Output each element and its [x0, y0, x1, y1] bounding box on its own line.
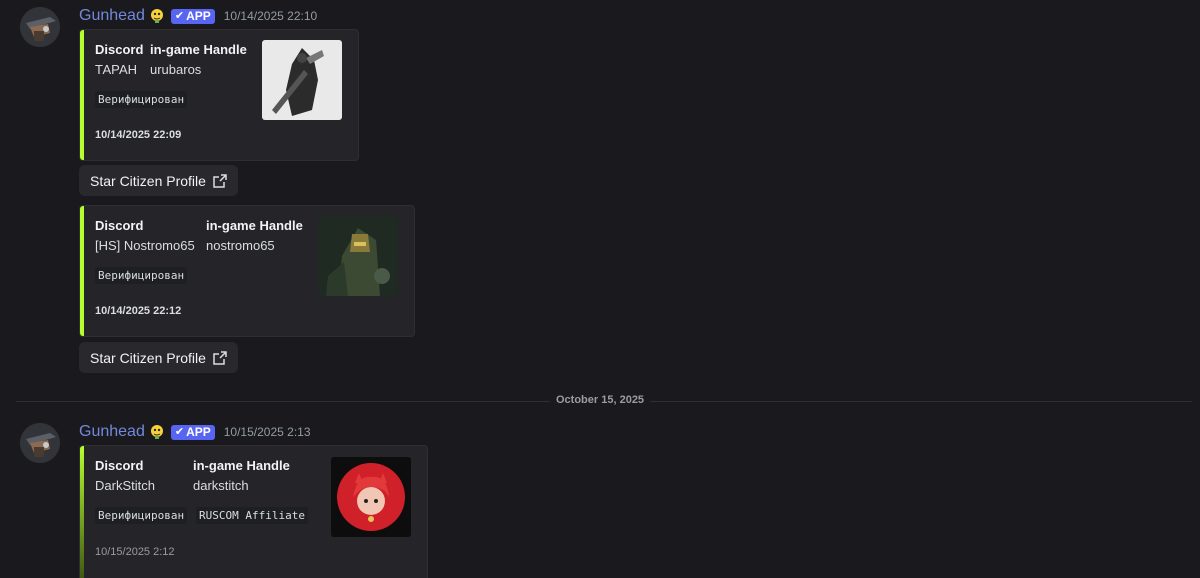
verified-tag: Верифицирован	[95, 507, 188, 524]
field-name-discord: Discord	[95, 42, 144, 57]
star-citizen-profile-button[interactable]: Star Citizen Profile	[79, 342, 238, 373]
message-timestamp[interactable]: 10/15/2025 2:13	[224, 425, 311, 439]
field-name-handle: in-game Handle	[150, 42, 247, 57]
embed-accent-bar	[80, 446, 84, 578]
bot-badge-emoji-icon	[150, 425, 163, 439]
message-header: Gunhead ✔ APP 10/15/2025 2:13	[79, 422, 311, 442]
button-label: Star Citizen Profile	[90, 349, 206, 366]
embed-footer-timestamp: 10/15/2025 2:12	[95, 546, 175, 558]
embed-thumbnail[interactable]	[262, 40, 342, 120]
field-value-discord: [HS] Nostromo65	[95, 238, 195, 253]
verified-tag: Верифицирован	[95, 91, 188, 108]
field-name-handle: in-game Handle	[206, 218, 303, 233]
app-tag: ✔ APP	[170, 8, 215, 24]
embed-thumbnail[interactable]	[331, 457, 411, 537]
profile-embed: Discord in-game Handle DarkStitch darkst…	[79, 445, 428, 578]
author-name[interactable]: Gunhead	[79, 7, 145, 25]
field-value-handle: urubaros	[150, 62, 202, 77]
affiliate-tag: RUSCOM Affiliate	[196, 507, 308, 524]
app-tag: ✔ APP	[170, 424, 215, 440]
button-label: Star Citizen Profile	[90, 172, 206, 189]
author-avatar[interactable]	[20, 423, 60, 463]
field-value-handle: darkstitch	[193, 478, 249, 493]
external-link-icon	[213, 173, 227, 188]
embed-footer-timestamp: 10/14/2025 22:09	[95, 129, 182, 141]
check-icon: ✔	[174, 425, 185, 438]
date-divider-label: October 15, 2025	[550, 394, 651, 406]
field-value-discord: DarkStitch	[95, 478, 155, 493]
field-value-discord: ТАРАН	[95, 62, 138, 77]
profile-embed: Discord in-game Handle ТАРАН urubaros Ве…	[79, 29, 359, 161]
bot-badge-emoji-icon	[150, 9, 163, 23]
profile-embed: Discord in-game Handle [HS] Nostromo65 n…	[79, 205, 415, 337]
message-timestamp[interactable]: 10/14/2025 22:10	[224, 9, 317, 23]
author-name[interactable]: Gunhead	[79, 423, 145, 441]
author-avatar[interactable]	[20, 7, 60, 47]
embed-footer-timestamp: 10/14/2025 22:12	[95, 305, 182, 317]
embed-accent-bar	[80, 206, 84, 336]
field-name-discord: Discord	[95, 458, 144, 473]
check-icon: ✔	[174, 9, 185, 22]
field-value-handle: nostromo65	[206, 238, 275, 253]
embed-accent-bar	[80, 30, 84, 160]
external-link-icon	[213, 350, 227, 365]
field-name-handle: in-game Handle	[193, 458, 290, 473]
embed-thumbnail[interactable]	[318, 216, 398, 296]
message-header: Gunhead ✔ APP 10/14/2025 22:10	[79, 6, 317, 26]
field-name-discord: Discord	[95, 218, 144, 233]
app-tag-label: APP	[186, 424, 211, 439]
verified-tag: Верифицирован	[95, 267, 188, 284]
star-citizen-profile-button[interactable]: Star Citizen Profile	[79, 165, 238, 196]
app-tag-label: APP	[186, 8, 211, 23]
